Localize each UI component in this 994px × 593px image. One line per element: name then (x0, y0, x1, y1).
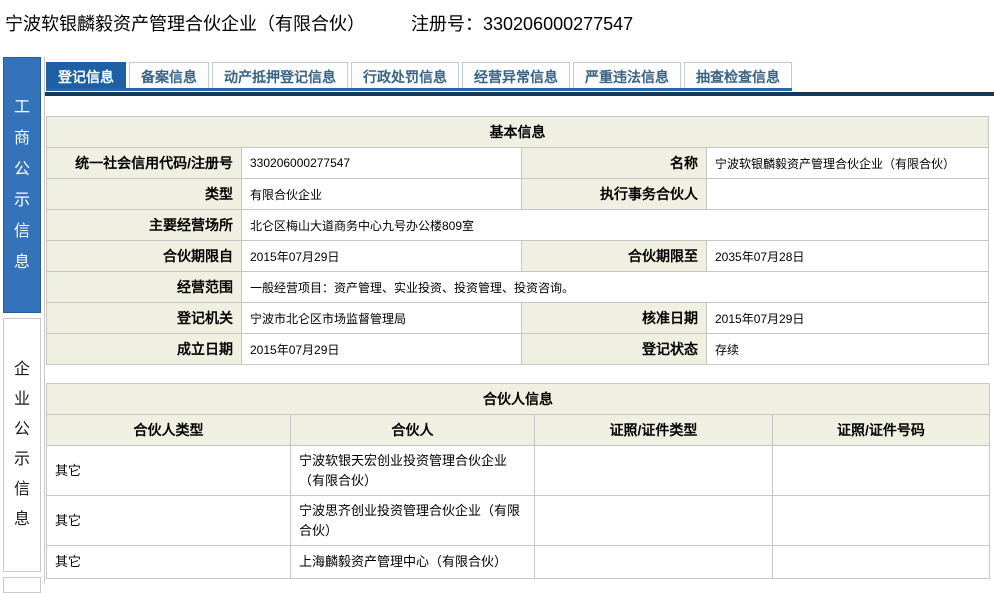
tab-1[interactable]: 备案信息 (129, 62, 209, 88)
sidebar: 工商公示信息 企业公示信息 (3, 57, 41, 593)
partner-column-header: 合伙人类型 (47, 415, 291, 446)
tab-5[interactable]: 严重违法信息 (573, 62, 681, 88)
field-label: 主要经营场所 (47, 210, 242, 241)
field-value: 北仑区梅山大道商务中心九号办公楼809室 (242, 210, 989, 241)
field-value: 2015年07月29日 (242, 334, 522, 365)
field-label: 合伙期限自 (47, 241, 242, 272)
field-value: 330206000277547 (242, 148, 522, 179)
field-label: 统一社会信用代码/注册号 (47, 148, 242, 179)
basic-info-body: 统一社会信用代码/注册号330206000277547名称宁波软银麟毅资产管理合… (47, 148, 989, 365)
sidebar-item-char: 工 (14, 100, 30, 116)
field-label: 执行事务合伙人 (522, 179, 707, 210)
field-value: 宁波软银麟毅资产管理合伙企业（有限合伙） (707, 148, 989, 179)
tab-strip: 登记信息备案信息动产抵押登记信息行政处罚信息经营异常信息严重违法信息抽查检查信息 (46, 62, 792, 91)
field-label: 合伙期限至 (522, 241, 707, 272)
sidebar-item-char: 商 (14, 131, 30, 147)
main-content: 登记信息备案信息动产抵押登记信息行政处罚信息经营异常信息严重违法信息抽查检查信息… (44, 57, 994, 583)
partner-type-cell: 其它 (47, 546, 291, 579)
partner-name-cell: 宁波思齐创业投资管理合伙企业（有限合伙） (291, 496, 535, 546)
partner-info-title: 合伙人信息 (47, 384, 990, 415)
registration-number: 注册号：330206000277547 (411, 10, 633, 36)
field-label: 登记状态 (522, 334, 707, 365)
field-label: 经营范围 (47, 272, 242, 303)
sidebar-item-char: 示 (14, 193, 30, 209)
partner-header-row: 合伙人类型合伙人证照/证件类型证照/证件号码 (47, 415, 990, 446)
partner-column-header: 证照/证件号码 (773, 415, 990, 446)
basic-info-row: 成立日期2015年07月29日登记状态存续 (47, 334, 989, 365)
field-label: 核准日期 (522, 303, 707, 334)
tab-6[interactable]: 抽查检查信息 (684, 62, 792, 88)
sidebar-item-gongshang-gongshi[interactable]: 工商公示信息 (3, 57, 41, 313)
partner-info-table: 合伙人信息 合伙人类型合伙人证照/证件类型证照/证件号码 其它宁波软银天宏创业投… (46, 383, 990, 579)
field-label: 类型 (47, 179, 242, 210)
basic-info-row: 主要经营场所北仑区梅山大道商务中心九号办公楼809室 (47, 210, 989, 241)
basic-info-row: 合伙期限自2015年07月29日合伙期限至2035年07月28日 (47, 241, 989, 272)
partner-cert-type-cell (535, 446, 773, 496)
field-value: 有限合伙企业 (242, 179, 522, 210)
field-label: 名称 (522, 148, 707, 179)
field-value: 2015年07月29日 (707, 303, 989, 334)
partner-name-cell: 宁波软银天宏创业投资管理合伙企业（有限合伙） (291, 446, 535, 496)
sidebar-item-char: 息 (14, 512, 30, 528)
tab-3[interactable]: 行政处罚信息 (351, 62, 459, 88)
field-label: 成立日期 (47, 334, 242, 365)
field-value: 宁波市北仑区市场监督管理局 (242, 303, 522, 334)
field-value: 一般经营项目：资产管理、实业投资、投资管理、投资咨询。 (242, 272, 989, 303)
field-value: 2035年07月28日 (707, 241, 989, 272)
company-name: 宁波软银麟毅资产管理合伙企业（有限合伙） (5, 10, 365, 36)
basic-info-row: 经营范围一般经营项目：资产管理、实业投资、投资管理、投资咨询。 (47, 272, 989, 303)
partner-cert-no-cell (773, 446, 990, 496)
partner-column-header: 合伙人 (291, 415, 535, 446)
tab-4[interactable]: 经营异常信息 (462, 62, 570, 88)
basic-info-table: 基本信息 统一社会信用代码/注册号330206000277547名称宁波软银麟毅… (46, 116, 989, 365)
basic-info-row: 类型有限合伙企业执行事务合伙人 (47, 179, 989, 210)
field-label: 登记机关 (47, 303, 242, 334)
sidebar-item-char: 公 (14, 162, 30, 178)
partner-name-cell: 上海麟毅资产管理中心（有限合伙） (291, 546, 535, 579)
sidebar-item-char: 公 (14, 422, 30, 438)
sidebar-item-char: 企 (14, 362, 30, 378)
partner-row: 其它上海麟毅资产管理中心（有限合伙） (47, 546, 990, 579)
partner-type-cell: 其它 (47, 496, 291, 546)
field-value: 存续 (707, 334, 989, 365)
sidebar-item-qiye-gongshi[interactable]: 企业公示信息 (3, 318, 41, 572)
sidebar-item-char: 信 (14, 224, 30, 240)
tab-2[interactable]: 动产抵押登记信息 (212, 62, 348, 88)
partner-type-cell: 其它 (47, 446, 291, 496)
partner-cert-no-cell (773, 496, 990, 546)
field-value (707, 179, 989, 210)
basic-info-row: 登记机关宁波市北仑区市场监督管理局核准日期2015年07月29日 (47, 303, 989, 334)
tab-0[interactable]: 登记信息 (46, 62, 126, 88)
partner-info-body: 其它宁波软银天宏创业投资管理合伙企业（有限合伙）其它宁波思齐创业投资管理合伙企业… (47, 446, 990, 579)
sidebar-item-char: 业 (14, 392, 30, 408)
basic-info-title: 基本信息 (47, 117, 989, 148)
partner-row: 其它宁波思齐创业投资管理合伙企业（有限合伙） (47, 496, 990, 546)
partner-cert-no-cell (773, 546, 990, 579)
sidebar-stub-panel (3, 577, 41, 593)
sidebar-item-char: 信 (14, 482, 30, 498)
page-header: 宁波软银麟毅资产管理合伙企业（有限合伙） 注册号：330206000277547 (5, 8, 989, 38)
tab-divider-bar (45, 92, 994, 96)
sidebar-item-char: 示 (14, 452, 30, 468)
partner-cert-type-cell (535, 546, 773, 579)
partner-cert-type-cell (535, 496, 773, 546)
field-value: 2015年07月29日 (242, 241, 522, 272)
basic-info-row: 统一社会信用代码/注册号330206000277547名称宁波软银麟毅资产管理合… (47, 148, 989, 179)
sidebar-item-char: 息 (14, 255, 30, 271)
partner-row: 其它宁波软银天宏创业投资管理合伙企业（有限合伙） (47, 446, 990, 496)
partner-column-header: 证照/证件类型 (535, 415, 773, 446)
